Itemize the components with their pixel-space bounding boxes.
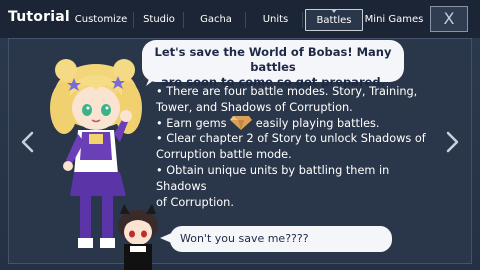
tab-battles-label: Battles [316, 15, 352, 26]
chevron-left-icon[interactable] [18, 130, 38, 154]
page-title: Tutorial [8, 9, 70, 25]
active-tab-indicator [331, 9, 337, 13]
chevron-right-icon[interactable] [442, 130, 462, 154]
bullet-gems-post: easily playing battles. [255, 116, 380, 130]
speech-bubble-headline: Let's save the World of Bobas! Many batt… [142, 40, 404, 89]
close-icon: X [443, 9, 455, 28]
bullet-unlock-1: • Clear chapter 2 of Story to unlock Sha… [156, 132, 426, 146]
small-character-illustration [118, 204, 158, 270]
speech-bubble-reply: Won't you save me???? [170, 226, 392, 252]
tab-battles[interactable]: Battles [305, 9, 363, 31]
tutorial-text: • There are four battle modes. Story, Tr… [156, 84, 438, 210]
gem-icon [230, 115, 253, 130]
tab-customize[interactable]: Customize [68, 9, 134, 31]
bullet-gems: • Earn gems easily playing battles. [156, 115, 438, 132]
bullet-units-2: of Corruption. [156, 195, 234, 209]
bullet-battle-modes-2: Tower, and Shadows of Corruption. [156, 100, 353, 114]
headline-line-1: Let's save the World of Bobas! Many batt… [154, 45, 392, 74]
reply-bubble-tail [160, 232, 174, 244]
top-bar: Tutorial Customize Studio Gacha Units Ba… [0, 0, 480, 38]
bullet-units-1: • Obtain unique units by battling them i… [156, 163, 390, 193]
tab-mini-games[interactable]: Mini Games [364, 9, 424, 31]
bullet-battle-modes-1: • There are four battle modes. Story, Tr… [156, 85, 418, 98]
tab-gacha[interactable]: Gacha [186, 9, 246, 31]
tab-studio[interactable]: Studio [134, 9, 184, 31]
bullet-unlock-2: Corruption battle mode. [156, 148, 292, 162]
tab-units[interactable]: Units [248, 9, 303, 31]
close-button[interactable]: X [430, 6, 468, 32]
bullet-gems-pre: • Earn gems [156, 116, 227, 130]
